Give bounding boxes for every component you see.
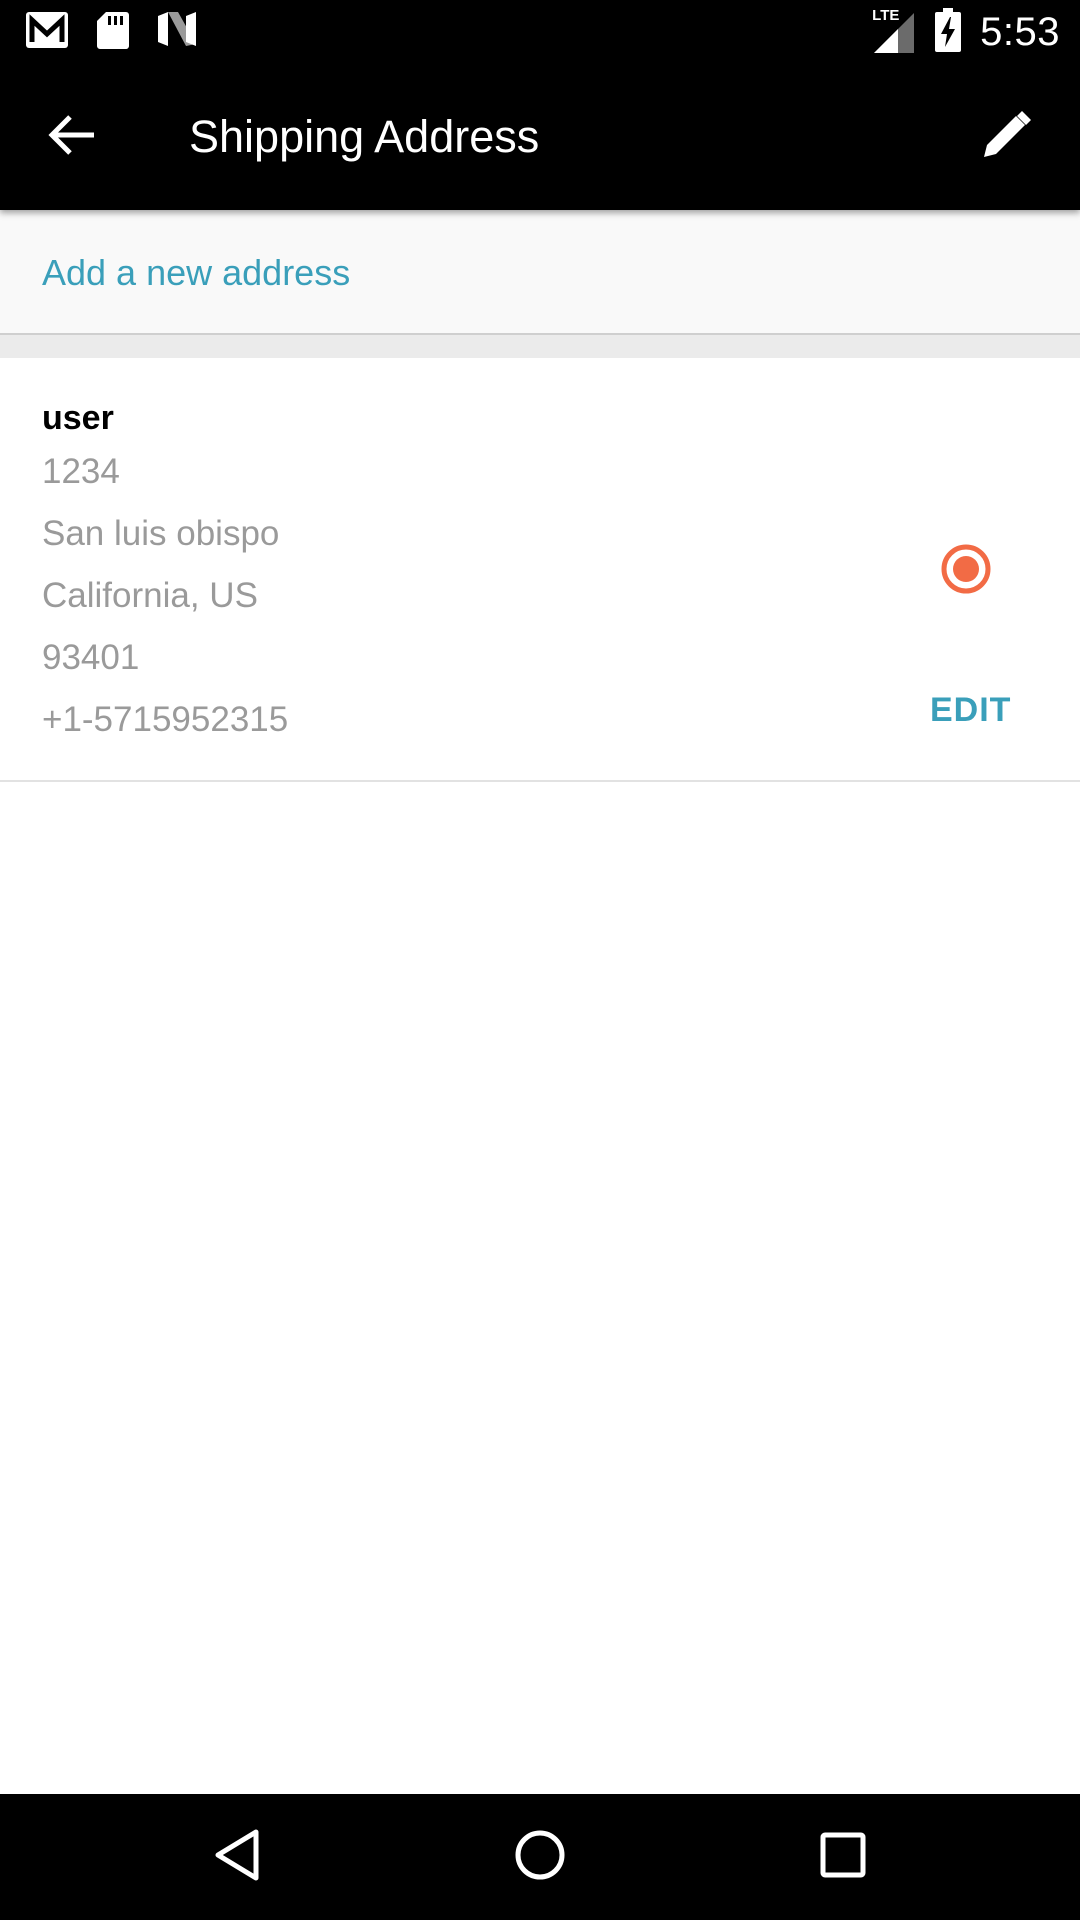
page-title: Shipping Address <box>189 111 540 162</box>
shipping-address-screen: LTE 5:53 Shipping Address Add a new addr… <box>0 0 1080 1920</box>
nav-back-button[interactable] <box>202 1822 272 1892</box>
address-city: San luis obispo <box>42 514 280 553</box>
address-phone: +1-5715952315 <box>42 700 289 739</box>
address-street: 1234 <box>42 452 120 491</box>
gmail-icon <box>24 10 70 55</box>
address-region: California, US <box>42 576 258 615</box>
address-select-radio[interactable] <box>941 544 991 594</box>
status-bar: LTE 5:53 <box>0 0 1080 63</box>
navigation-bar <box>0 1794 1080 1920</box>
nav-recents-button[interactable] <box>808 1822 878 1892</box>
app-bar: Shipping Address <box>0 63 1080 210</box>
sd-card-icon <box>96 10 130 55</box>
address-name: user <box>42 399 114 437</box>
notification-icons <box>24 10 198 54</box>
system-icons: LTE 5:53 <box>872 7 1060 58</box>
status-time: 5:53 <box>980 9 1060 54</box>
battery-charging-icon <box>934 7 962 58</box>
pencil-icon <box>980 109 1032 166</box>
edit-mode-button[interactable] <box>976 107 1036 167</box>
nav-home-button[interactable] <box>505 1822 575 1892</box>
back-triangle-icon <box>212 1828 262 1887</box>
arrow-back-icon <box>48 114 96 161</box>
recents-square-icon <box>818 1830 868 1885</box>
signal-icon: LTE <box>872 7 916 55</box>
edit-address-button[interactable]: EDIT <box>930 680 1011 740</box>
home-circle-icon <box>513 1828 567 1887</box>
n-logo-icon <box>156 10 198 55</box>
add-address-row[interactable]: Add a new address <box>0 210 1080 335</box>
address-card[interactable]: user 1234 San luis obispo California, US… <box>0 358 1080 782</box>
back-button[interactable] <box>44 109 100 165</box>
add-address-link[interactable]: Add a new address <box>42 250 350 296</box>
section-divider <box>0 335 1080 358</box>
address-zip: 93401 <box>42 638 140 677</box>
